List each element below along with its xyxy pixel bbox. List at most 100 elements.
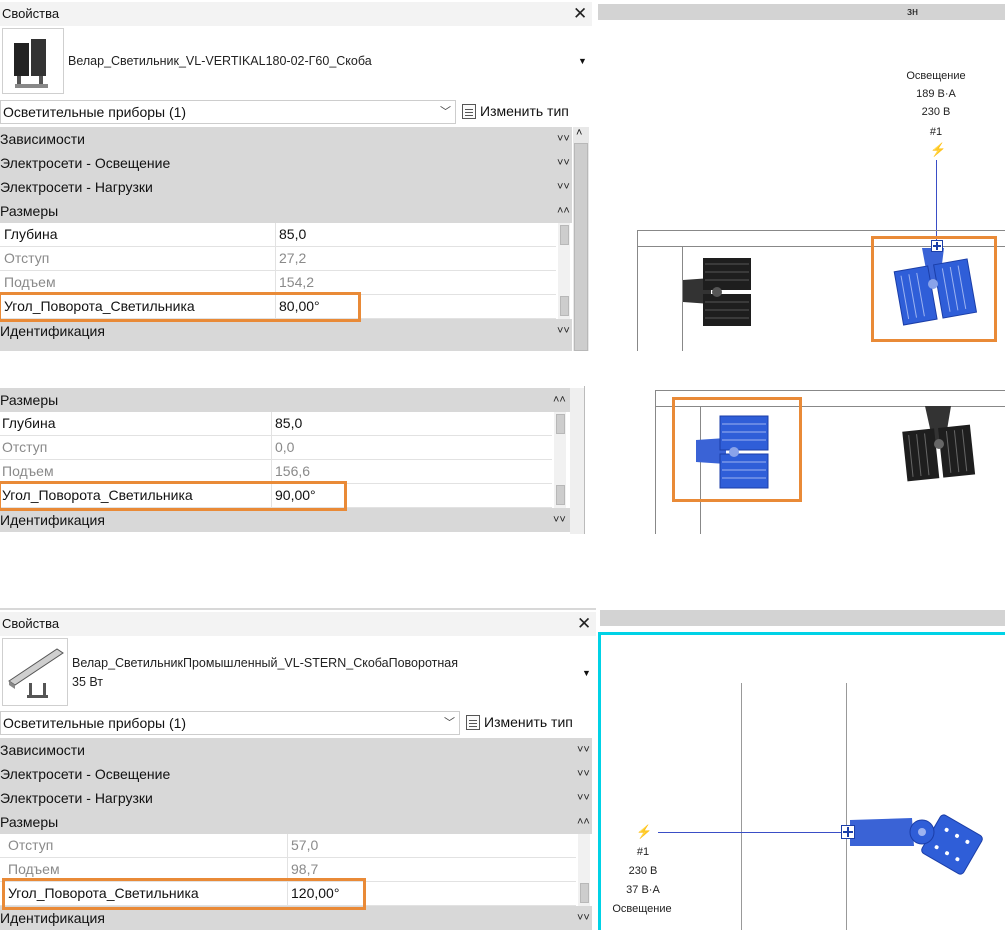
wall-line xyxy=(655,390,1005,391)
edit-type-icon xyxy=(466,715,480,730)
param-value: 27,2 xyxy=(279,250,307,266)
rows-scroll-thumb[interactable] xyxy=(580,883,589,903)
param-row-offset: Отступ 27,2 xyxy=(0,247,556,271)
circuit-load: 37 В·А xyxy=(626,884,660,896)
rows-scroll-thumb[interactable] xyxy=(560,225,569,245)
circuit-load: 189 В·А xyxy=(916,88,956,100)
wire-line xyxy=(658,832,848,833)
param-row-offset: Отступ 0,0 xyxy=(0,436,552,460)
param-value[interactable]: 85,0 xyxy=(275,412,302,435)
connector-icon xyxy=(841,825,855,839)
fixture-selected-blue-3[interactable] xyxy=(842,808,992,888)
expand-icon: ˅˅ xyxy=(557,325,570,337)
panel-scrollbar[interactable] xyxy=(570,388,584,534)
expand-icon: ˅˅ xyxy=(577,912,590,924)
chevron-down-icon: ﹀ xyxy=(440,106,451,118)
group-label: Размеры xyxy=(0,814,59,830)
family-type-wattage[interactable]: 35 Вт xyxy=(72,675,103,689)
wall-line xyxy=(846,683,847,930)
group-constraints[interactable]: Зависимости ˅˅ xyxy=(0,738,592,762)
family-type-name[interactable]: Велар_Светильник_VL-VERTIKAL180-02-Г60_С… xyxy=(68,54,372,68)
plan-view-2 xyxy=(584,386,1005,534)
category-filter-value: Осветительные приборы (1) xyxy=(3,104,187,120)
group-partial xyxy=(0,343,572,351)
panel-scroll-thumb[interactable] xyxy=(574,143,588,351)
edit-type-label: Изменить тип xyxy=(480,103,569,119)
circuit-name: Освещение xyxy=(612,903,672,915)
fixture-black-2[interactable] xyxy=(899,406,979,486)
wire-line xyxy=(936,160,937,245)
group-electrical-lighting[interactable]: Электросети - Освещение ˅˅ xyxy=(0,151,572,175)
edit-type-icon xyxy=(462,104,476,119)
circuit-name: Освещение xyxy=(906,70,966,82)
param-value: 156,6 xyxy=(275,463,311,479)
group-identity[interactable]: Идентификация ˅˅ xyxy=(0,319,572,343)
param-value: 154,2 xyxy=(279,274,315,290)
category-filter-select[interactable]: Осветительные приборы (1) ﹀ xyxy=(0,100,456,124)
group-dimensions[interactable]: Размеры ˄˄ xyxy=(0,810,592,834)
plan-view-3: ⚡ #1 230 В 37 В·А Освещение xyxy=(598,608,1005,930)
expand-icon: ˅˅ xyxy=(557,181,570,193)
highlight-rotation-80 xyxy=(0,292,361,322)
group-identity[interactable]: Идентификация ˅˅ xyxy=(0,508,570,532)
properties-title: Свойства xyxy=(2,616,60,631)
param-name: Отступ xyxy=(4,250,50,266)
close-icon[interactable]: ✕ xyxy=(573,4,587,24)
rows-scroll-thumb-2[interactable] xyxy=(560,296,569,316)
close-icon[interactable]: ✕ xyxy=(577,614,591,634)
dropdown-arrow-icon[interactable]: ▼ xyxy=(582,668,591,678)
param-name: Отступ xyxy=(2,439,48,455)
fixture-thumbnail-icon xyxy=(14,39,48,88)
view-tab-header[interactable] xyxy=(600,610,1005,626)
fixture-black-1[interactable] xyxy=(681,252,761,332)
group-electrical-lighting[interactable]: Электросети - Освещение ˅˅ xyxy=(0,762,592,786)
group-dimensions[interactable]: Размеры ˄˄ xyxy=(0,388,570,412)
expand-icon: ˅˅ xyxy=(577,744,590,756)
edit-type-label: Изменить тип xyxy=(484,714,573,730)
group-label: Электросети - Освещение xyxy=(0,155,171,171)
circuit-voltage: 230 В xyxy=(921,106,951,118)
param-row-depth[interactable]: Глубина 85,0 xyxy=(0,223,556,247)
properties-title-bar: Свойства xyxy=(0,612,596,636)
family-type-name[interactable]: Велар_СветильникПромышленный_VL-STERN_Ск… xyxy=(72,656,458,670)
group-dimensions[interactable]: Размеры ˄˄ xyxy=(0,199,572,223)
view-tab-label: зн xyxy=(907,6,919,18)
plan-view-1: зн Освещение 189 В·А 230 В #1 ⚡ xyxy=(596,0,1005,351)
chevron-down-icon: ﹀ xyxy=(444,717,455,729)
expand-icon: ˅˅ xyxy=(553,514,566,526)
expand-icon: ˅˅ xyxy=(557,133,570,145)
collapse-icon: ˄˄ xyxy=(553,394,566,406)
fixture-thumbnail-icon xyxy=(8,648,64,698)
group-electrical-loads[interactable]: Электросети - Нагрузки ˅˅ xyxy=(0,786,592,810)
group-label: Идентификация xyxy=(0,910,105,926)
family-thumbnail xyxy=(2,638,68,706)
view-border xyxy=(584,386,585,534)
wall-line xyxy=(637,230,638,351)
rows-scroll-thumb[interactable] xyxy=(556,414,565,434)
family-thumbnail xyxy=(2,28,64,94)
param-row-depth[interactable]: Глубина 85,0 xyxy=(0,412,552,436)
highlight-rotation-90 xyxy=(0,481,347,511)
highlight-fixture-2 xyxy=(672,397,802,502)
group-label: Электросети - Нагрузки xyxy=(0,790,153,806)
group-label: Размеры xyxy=(0,203,59,219)
view-tab-header[interactable]: зн xyxy=(598,4,1005,20)
scroll-up-icon[interactable]: ˄ xyxy=(576,127,582,139)
category-filter-value: Осветительные приборы (1) xyxy=(3,715,187,731)
dropdown-arrow-icon[interactable]: ▼ xyxy=(578,56,587,66)
properties-panel-3: Свойства ✕ Велар_СветильникПромышленный_… xyxy=(0,608,596,932)
param-name: Глубина xyxy=(2,415,56,431)
category-filter-select[interactable]: Осветительные приборы (1) ﹀ xyxy=(0,711,460,735)
wall-line xyxy=(655,390,656,534)
param-value[interactable]: 85,0 xyxy=(279,223,306,246)
group-constraints[interactable]: Зависимости ˅˅ xyxy=(0,127,572,151)
edit-type-button[interactable]: Изменить тип xyxy=(462,99,569,123)
collapse-icon: ˄˄ xyxy=(557,205,570,217)
properties-title-bar: Свойства xyxy=(0,2,592,26)
rows-scroll-thumb-2[interactable] xyxy=(556,485,565,505)
circuit-voltage: 230 В xyxy=(628,865,658,877)
expand-icon: ˅˅ xyxy=(577,768,590,780)
param-value: 0,0 xyxy=(275,439,295,455)
edit-type-button[interactable]: Изменить тип xyxy=(466,710,573,734)
group-electrical-loads[interactable]: Электросети - Нагрузки ˅˅ xyxy=(0,175,572,199)
